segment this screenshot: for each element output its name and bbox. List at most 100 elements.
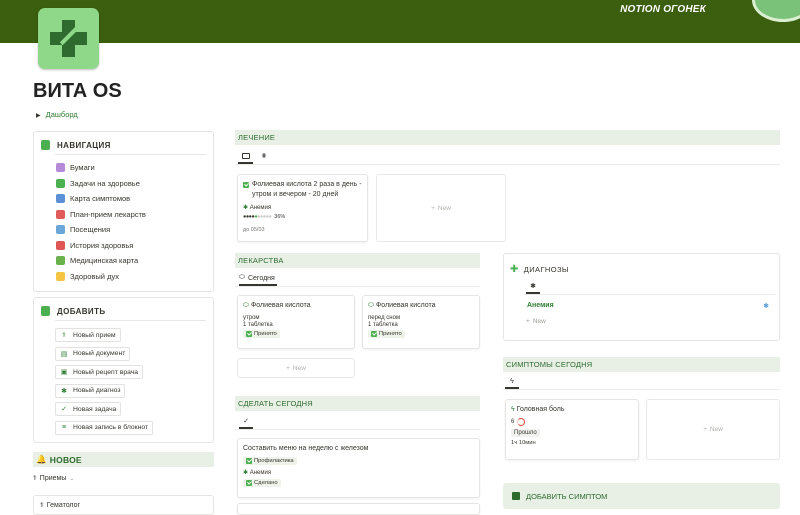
med-card[interactable]: ⬭ Фолиевая кислота перед сном 1 таблетка… bbox=[362, 295, 480, 349]
med-dose: 1 таблетка bbox=[368, 321, 398, 328]
sun-icon bbox=[56, 271, 65, 281]
new-section-heading: 🔔 НОВОЕ bbox=[33, 452, 214, 467]
breadcrumb-link[interactable]: Дашборд bbox=[46, 110, 78, 119]
page-title: ВИТА OS bbox=[33, 80, 122, 102]
note-icon: ≡ bbox=[61, 424, 67, 431]
sidebar-item[interactable]: Посещения bbox=[56, 222, 206, 238]
add-button[interactable]: ▤ Новый документ bbox=[55, 346, 131, 361]
today-heading: СДЕЛАТЬ СЕГОДНЯ bbox=[235, 396, 480, 411]
checkmark-icon: ✓ bbox=[61, 406, 67, 413]
add-button-label: Новый диагноз bbox=[73, 387, 121, 394]
list-item[interactable]: ⚕ Гематолог bbox=[33, 495, 214, 515]
pill-icon: ⬭ bbox=[368, 302, 374, 309]
brand-label: NOTION ОГОНЕК bbox=[620, 4, 706, 15]
treatment-card[interactable]: Фолиевая кислота 2 раза в день - утром и… bbox=[237, 174, 368, 242]
medical-cross-icon: ✚ bbox=[510, 264, 519, 275]
tab-bolt[interactable]: ϟ bbox=[505, 375, 519, 389]
new-card-button[interactable]: + New bbox=[237, 358, 355, 378]
tab-board[interactable]: ⩩ bbox=[258, 150, 270, 164]
pill-icon: ⬭ bbox=[239, 274, 245, 281]
diagnoses-heading: ✚ ДИАГНОЗЫ bbox=[510, 264, 569, 275]
sidebar-item-label: Здоровый дух bbox=[70, 271, 119, 281]
category-tag: Профилактика bbox=[243, 456, 297, 465]
add-button[interactable]: ⚕ Новый прием bbox=[55, 328, 121, 342]
sidebar-item[interactable]: Медицинская карта bbox=[56, 253, 206, 269]
meds-heading: ЛЕКАРСТВА bbox=[235, 253, 480, 268]
clipboard-icon bbox=[41, 306, 50, 316]
square-icon bbox=[512, 492, 520, 500]
add-button-label: Новый прием bbox=[73, 331, 116, 339]
plus-icon: + bbox=[286, 364, 290, 372]
add-button[interactable]: ✓ Новая задача bbox=[55, 402, 122, 416]
sidebar-item[interactable]: Бумаги bbox=[56, 160, 206, 176]
pain-level: 6 bbox=[511, 417, 633, 426]
asterisk-icon: ✱ bbox=[61, 387, 67, 395]
tab-asterisk[interactable]: ✱ bbox=[526, 280, 540, 294]
pill-icon: ⬭ bbox=[243, 302, 249, 309]
sidebar-item-label: Посещения bbox=[70, 225, 111, 235]
condition-tag: ✱ Анемия bbox=[243, 204, 272, 211]
medical-cross-icon[interactable] bbox=[38, 8, 99, 69]
new-row-button[interactable]: + New bbox=[526, 318, 546, 325]
asterisk-icon: ✱ bbox=[243, 204, 249, 211]
add-button[interactable]: ✱ Новый диагноз bbox=[55, 383, 126, 398]
top-banner: NOTION ОГОНЕК bbox=[0, 0, 800, 43]
status-badge: Принято bbox=[368, 329, 405, 338]
sidebar-item-label: Бумаги bbox=[70, 163, 95, 173]
symptom-card[interactable]: ϟ Головная боль 6 Прошло 1ч 10мин bbox=[505, 399, 639, 460]
stethoscope-icon: ⚕ bbox=[33, 475, 37, 482]
tab-gallery[interactable] bbox=[238, 150, 253, 164]
symptoms-heading: СИМПТОМЫ СЕГОДНЯ bbox=[503, 357, 780, 372]
stethoscope-icon: ⚕ bbox=[40, 502, 44, 509]
pin-icon bbox=[56, 240, 65, 250]
new-card-button[interactable]: + New bbox=[646, 399, 780, 460]
med-card[interactable]: ⬭ Фолиевая кислота утром 1 таблетка Прин… bbox=[237, 295, 355, 349]
med-time: утром bbox=[243, 314, 260, 321]
add-button-label: Новый документ bbox=[73, 350, 126, 357]
sidebar-item-label: Медицинская карта bbox=[70, 256, 139, 266]
add-panel: ДОБАВИТЬ ⚕ Новый прием ▤ Новый документ ▣ Нов… bbox=[33, 297, 214, 443]
bell-icon: 🔔 bbox=[36, 454, 47, 464]
task-card[interactable]: Составить меню на неделю с железом Профи… bbox=[237, 438, 480, 498]
asterisk-icon: ✱ bbox=[763, 303, 769, 310]
add-symptom-button[interactable]: ДОБАВИТЬ СИМПТОМ bbox=[503, 483, 780, 509]
bolt-icon: ϟ bbox=[511, 406, 515, 413]
sidebar-item[interactable]: Здоровый дух bbox=[56, 269, 206, 285]
sidebar-item[interactable]: Карта симптомов bbox=[56, 191, 206, 207]
add-button-label: Новая запись в блокнот bbox=[73, 424, 149, 431]
add-button[interactable]: ≡ Новая запись в блокнот bbox=[55, 420, 154, 435]
bolt-icon: ϟ bbox=[510, 377, 514, 385]
sidebar-item-label: История здоровья bbox=[70, 240, 134, 250]
breadcrumb[interactable]: ▶ Дашборд bbox=[36, 110, 78, 119]
tab-list[interactable]: ✓ bbox=[239, 415, 253, 429]
stethoscope-icon: ⚕ bbox=[62, 332, 66, 339]
filter-dropdown[interactable]: ⚕ Приемы ⌄ bbox=[33, 474, 74, 483]
add-button-label: Новый рецепт врача bbox=[73, 368, 139, 376]
map-icon bbox=[56, 194, 65, 204]
sidebar-item-label: Карта симптомов bbox=[70, 194, 131, 204]
clipboard-icon bbox=[41, 140, 50, 150]
new-card-button[interactable]: + New bbox=[376, 174, 506, 242]
sidebar-item[interactable]: План-прием лекарств bbox=[56, 207, 206, 223]
plus-icon: + bbox=[526, 318, 530, 325]
diagnosis-item[interactable]: Анемия bbox=[527, 302, 554, 309]
diagnoses-panel: ✚ ДИАГНОЗЫ ✱ Анемия ✱ + New bbox=[503, 253, 780, 341]
status-badge: Принято bbox=[243, 329, 280, 338]
ring-icon bbox=[517, 417, 526, 426]
brand-logo-icon bbox=[752, 0, 800, 22]
sidebar-item[interactable]: Задачи на здоровье bbox=[56, 176, 206, 192]
tab-today[interactable]: ⬭ Сегодня bbox=[239, 272, 277, 286]
asterisk-icon: ✱ bbox=[530, 283, 536, 290]
status-badge: Прошло bbox=[511, 428, 540, 437]
toggle-triangle-icon[interactable]: ▶ bbox=[36, 113, 41, 119]
sidebar-item-label: Задачи на здоровье bbox=[70, 178, 140, 188]
gallery-view-icon bbox=[241, 153, 250, 159]
task-card[interactable] bbox=[237, 503, 480, 515]
add-button-label: Новая задача bbox=[73, 405, 117, 413]
due-date: до 05/03 bbox=[243, 226, 265, 233]
plus-icon: + bbox=[703, 426, 707, 433]
add-button[interactable]: ▣ Новый рецепт врача bbox=[55, 365, 144, 379]
med-dose: 1 таблетка bbox=[243, 321, 273, 328]
sidebar-item[interactable]: История здоровья bbox=[56, 238, 206, 254]
card-icon bbox=[56, 256, 65, 266]
